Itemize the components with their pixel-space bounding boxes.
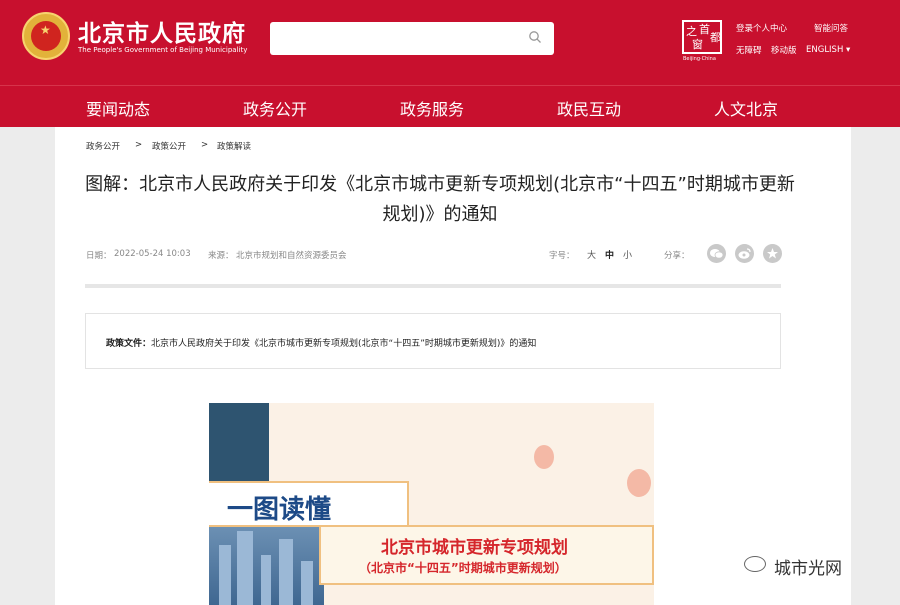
wechat-share-icon[interactable] bbox=[707, 244, 726, 263]
nav-item-services[interactable]: 政务服务 bbox=[400, 96, 464, 120]
section-divider bbox=[85, 284, 781, 288]
login-link[interactable]: 登录个人中心 bbox=[736, 22, 787, 34]
main-nav: 要闻动态 政务公开 政务服务 政民互动 人文北京 bbox=[0, 85, 900, 127]
nav-item-culture[interactable]: 人文北京 bbox=[714, 96, 778, 120]
infographic-main-title: 北京市城市更新专项规划 bbox=[381, 538, 568, 558]
skyline-illustration bbox=[209, 521, 324, 605]
infographic-subtitle: （北京市“十四五”时期城市更新规划） bbox=[359, 561, 567, 575]
capital-window-logo[interactable]: 之 首 都 窗 bbox=[682, 20, 722, 54]
capital-logo-subtitle: Beijing·China bbox=[683, 56, 716, 62]
breadcrumb-sep: > bbox=[201, 140, 209, 150]
weibo-share-icon[interactable] bbox=[735, 244, 754, 263]
breadcrumb-item[interactable]: 政策解读 bbox=[217, 140, 251, 152]
article-title: 图解：北京市人民政府关于印发《北京市城市更新专项规划(北京市“十四五”时期城市更… bbox=[85, 174, 795, 225]
breadcrumb-sep: > bbox=[135, 140, 143, 150]
share-label: 分享： bbox=[664, 251, 690, 261]
policy-link[interactable]: 北京市人民政府关于印发《北京市城市更新专项规划(北京市“十四五”时期城市更新规划… bbox=[151, 339, 536, 349]
breadcrumb-item[interactable]: 政策公开 bbox=[152, 140, 186, 152]
favorite-star-icon[interactable] bbox=[763, 244, 782, 263]
search-icon[interactable] bbox=[528, 30, 542, 44]
national-emblem-icon[interactable]: ★ bbox=[22, 12, 70, 60]
font-size-medium[interactable]: 中 bbox=[605, 248, 614, 261]
nav-item-gov-affairs[interactable]: 政务公开 bbox=[243, 96, 307, 120]
search-input[interactable] bbox=[270, 22, 554, 55]
source-label: 来源： bbox=[208, 251, 234, 261]
infographic-title: 一图读懂 bbox=[227, 495, 332, 525]
smart-qa-link[interactable]: 智能问答 bbox=[814, 22, 848, 34]
font-size-large[interactable]: 大 bbox=[587, 248, 596, 261]
infographic-image: 一图读懂 北京市城市更新专项规划 （北京市“十四五”时期城市更新规划） bbox=[209, 403, 654, 605]
site-title[interactable]: 北京市人民政府 bbox=[78, 14, 246, 48]
mobile-link[interactable]: 移动版 bbox=[771, 44, 797, 56]
policy-label: 政策文件： bbox=[106, 339, 152, 349]
site-header: ★ 北京市人民政府 The People's Government of Bei… bbox=[0, 0, 900, 85]
article-source: 北京市规划和自然资源委员会 bbox=[236, 251, 347, 261]
nav-item-news[interactable]: 要闻动态 bbox=[86, 96, 150, 120]
article-date: 2022-05-24 10:03 bbox=[114, 249, 191, 259]
accessibility-link[interactable]: 无障碍 bbox=[736, 44, 762, 56]
font-size-small[interactable]: 小 bbox=[623, 248, 632, 261]
font-size-label: 字号： bbox=[549, 251, 575, 261]
policy-file-line: 政策文件：北京市人民政府关于印发《北京市城市更新专项规划(北京市“十四五”时期城… bbox=[106, 336, 536, 349]
site-subtitle: The People's Government of Beijing Munic… bbox=[78, 46, 248, 54]
wechat-watermark-icon bbox=[744, 556, 766, 572]
english-link[interactable]: ENGLISH ▾ bbox=[806, 45, 850, 55]
date-label: 日期： bbox=[86, 251, 112, 261]
nav-item-interaction[interactable]: 政民互动 bbox=[557, 96, 621, 120]
breadcrumb-item[interactable]: 政务公开 bbox=[86, 140, 120, 152]
